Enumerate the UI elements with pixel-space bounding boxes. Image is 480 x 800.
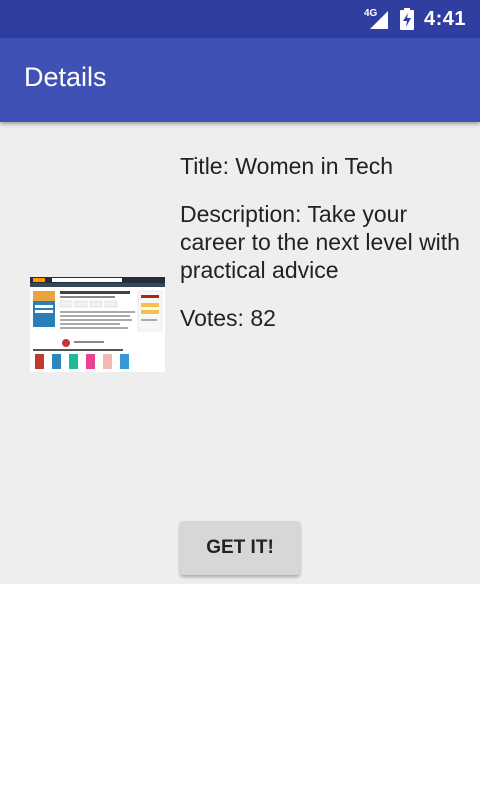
item-description: Description: Take your career to the nex…: [180, 201, 460, 283]
product-page-screenshot-icon: [30, 277, 165, 372]
battery-charging-icon: [399, 8, 414, 30]
app-bar: Details: [0, 38, 480, 122]
status-time: 4:41: [423, 7, 466, 30]
app-bar-title: Details: [24, 62, 107, 92]
details-content: Title: Women in Tech Description: Take y…: [0, 122, 480, 584]
get-it-button[interactable]: GET IT!: [180, 521, 300, 575]
item-title: Title: Women in Tech: [180, 153, 394, 179]
signal-icon: 4G: [364, 7, 390, 31]
status-bar: 4G 4:41: [0, 0, 480, 38]
item-info: Title: Women in Tech Description: Take y…: [180, 152, 460, 352]
product-thumbnail: [30, 277, 165, 372]
status-icons: 4G 4:41: [364, 0, 466, 38]
item-votes: Votes: 82: [180, 305, 276, 331]
